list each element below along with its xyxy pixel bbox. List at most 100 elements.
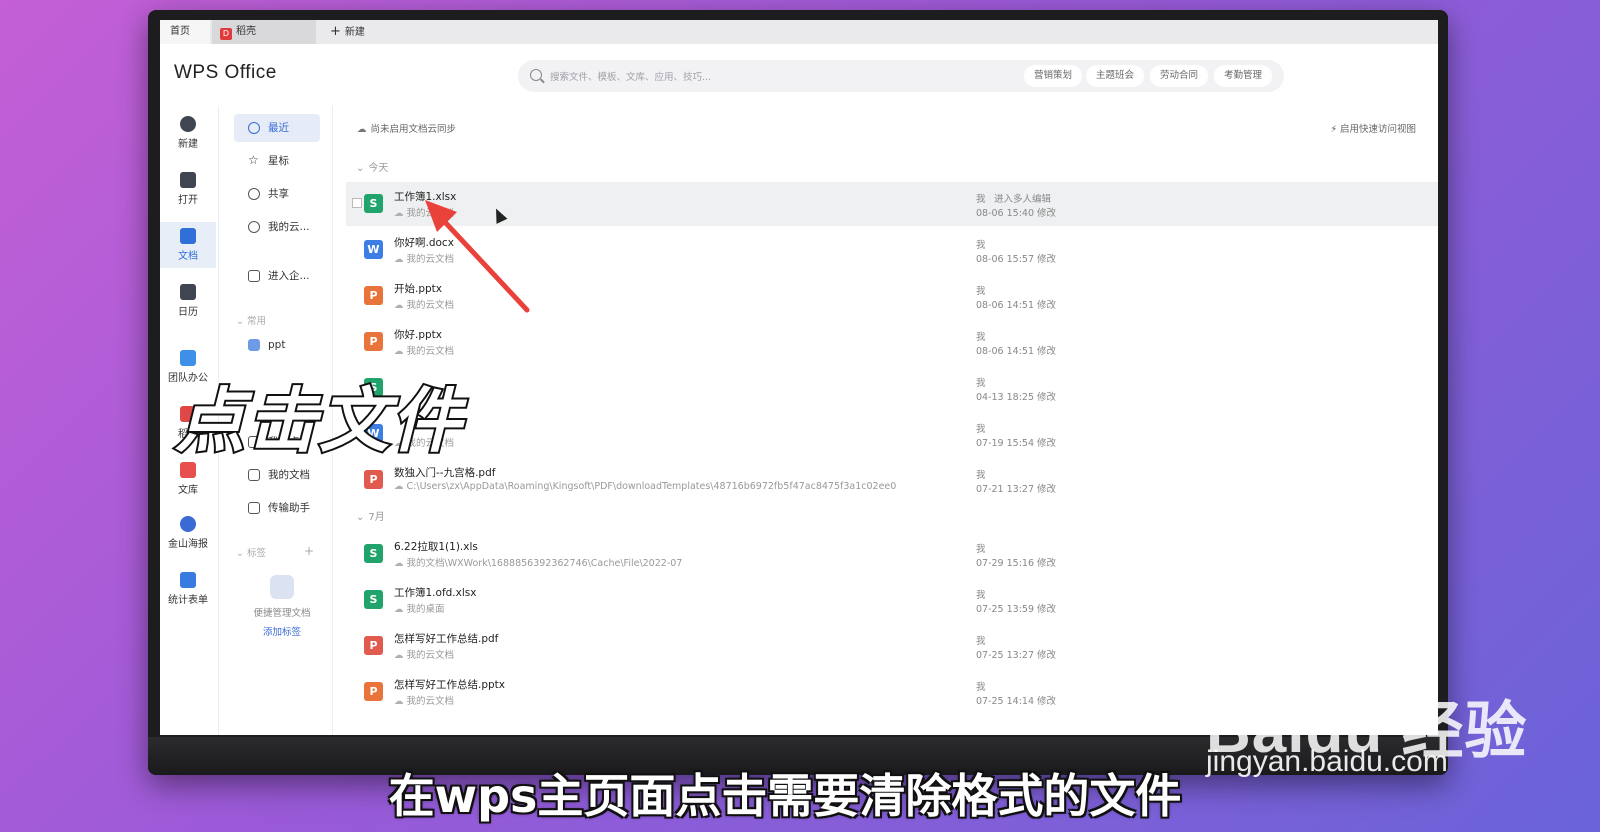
search-bar[interactable]: 搜索文件、模板、文库、应用、技巧... 营销策划 主题班会 劳动合同 考勤管理 <box>518 60 1284 92</box>
file-modified: 08-06 15:57 修改 <box>976 254 1057 265</box>
file-owner: 我 <box>976 424 986 435</box>
pdf-file-icon: P <box>364 470 383 489</box>
tab-daoke[interactable]: D 稻壳 <box>212 20 316 44</box>
file-modified: 07-25 14:14 修改 <box>976 696 1057 707</box>
file-name: 你好.pptx <box>394 329 442 341</box>
file-modified: 07-25 13:59 修改 <box>976 604 1057 615</box>
file-owner: 我 <box>976 470 986 481</box>
rail-library[interactable]: 文库 <box>160 462 216 502</box>
share-icon <box>248 188 260 200</box>
calendar-icon <box>180 284 196 300</box>
document-icon <box>180 228 196 244</box>
search-tag-contract[interactable]: 劳动合同 <box>1150 65 1209 87</box>
collab-edit-link[interactable]: 进入多人编辑 <box>994 191 1051 205</box>
file-row[interactable]: P 你好.pptx 我的云文档 我 08-06 14:51 修改 <box>346 320 1438 364</box>
quick-view-toggle[interactable]: 启用快速访问视图 <box>1330 121 1416 135</box>
new-tab-label: 新建 <box>344 27 365 38</box>
rail-documents-label: 文档 <box>178 251 198 262</box>
tags-hint: 便捷管理文档 <box>253 608 311 619</box>
file-name: 怎样写好工作总结.pdf <box>394 633 499 645</box>
file-name: 工作簿1.ofd.xlsx <box>394 587 477 599</box>
sidebar-item-shared[interactable]: 共享 <box>234 180 320 208</box>
search-tag-marketing[interactable]: 营销策划 <box>1024 65 1083 87</box>
search-input[interactable]: 搜索文件、模板、文库、应用、技巧... <box>550 69 711 83</box>
word-file-icon: W <box>364 240 383 259</box>
file-row[interactable]: P 怎样写好工作总结.pdf 我的云文档 我 07-25 13:27 修改 <box>346 624 1438 668</box>
folder-icon <box>248 339 260 351</box>
rail-poster[interactable]: 金山海报 <box>160 516 216 556</box>
sidebar-item-recent[interactable]: 最近 <box>234 114 320 142</box>
group-header-today[interactable]: 今天 <box>356 159 388 174</box>
search-tag-attendance[interactable]: 考勤管理 <box>1214 65 1273 87</box>
group-header-july[interactable]: 7月 <box>356 508 384 523</box>
sidebar-item-cloud-label: 我的云... <box>268 221 310 233</box>
rail-documents[interactable]: 文档 <box>160 222 216 268</box>
common-section-header[interactable]: ⌄ 常用 <box>236 313 266 327</box>
sidebar-item-starred[interactable]: ☆ 星标 <box>234 147 320 175</box>
tab-bar: 首页 D 稻壳 + 新建 <box>160 20 1438 44</box>
file-modified: 07-25 13:27 修改 <box>976 650 1057 661</box>
folder-icon <box>180 172 196 188</box>
common-section-label: 常用 <box>246 316 266 327</box>
mydocs-icon <box>248 469 260 481</box>
tab-home[interactable]: 首页 <box>160 20 210 44</box>
tags-section-label: 标签 <box>246 548 266 559</box>
add-tag-plus-icon[interactable]: + <box>304 544 314 558</box>
file-row[interactable]: P 数独入门--九宫格.pdf C:\Users\zx\AppData\Roam… <box>346 458 1438 502</box>
app-logo: WPS Office <box>174 62 277 83</box>
daoke-logo-icon: D <box>220 28 232 40</box>
file-row[interactable]: W 我的云文档 我 07-19 15:54 修改 <box>346 412 1438 456</box>
pdf-file-icon: P <box>364 636 383 655</box>
tags-section-header[interactable]: ⌄ 标签 <box>236 545 266 559</box>
file-location: 我的云文档 <box>394 647 455 661</box>
star-icon: ☆ <box>248 153 259 167</box>
plus-icon: + <box>330 24 341 39</box>
instruction-caption: 点击文件 <box>173 378 463 464</box>
sidebar-item-enterprise[interactable]: 进入企... <box>234 262 320 290</box>
file-row[interactable]: S 我 04-13 18:25 修改 <box>346 366 1438 410</box>
file-owner: 我 <box>976 194 986 205</box>
file-name: 怎样写好工作总结.pptx <box>394 679 505 691</box>
rail-form[interactable]: 统计表单 <box>160 572 216 612</box>
group-title: 今天 <box>368 163 389 174</box>
rail-open[interactable]: 打开 <box>160 172 216 212</box>
file-modified: 07-19 15:54 修改 <box>976 438 1057 449</box>
rail-calendar-label: 日历 <box>178 307 198 318</box>
tag-icon <box>270 575 294 599</box>
file-modified: 07-29 15:16 修改 <box>976 558 1057 569</box>
file-location: C:\Users\zx\AppData\Roaming\Kingsoft\PDF… <box>394 481 897 492</box>
rail-library-label: 文库 <box>178 485 198 496</box>
search-tag-classmeeting[interactable]: 主题班会 <box>1086 65 1145 87</box>
building-icon <box>248 270 260 282</box>
sidebar-item-mydocs-label: 我的文档 <box>268 469 310 481</box>
excel-file-icon: S <box>364 590 383 609</box>
file-row[interactable]: S 工作簿1.ofd.xlsx 我的桌面 我 07-25 13:59 修改 <box>346 578 1438 622</box>
new-tab-button[interactable]: + 新建 <box>320 20 390 44</box>
cloud-sync-status[interactable]: 尚未启用文档云同步 <box>357 121 457 135</box>
file-row[interactable]: S 6.22拉取1(1).xls 我的文档\WXWork\16888563923… <box>346 532 1438 576</box>
sidebar-item-transfer-label: 传输助手 <box>268 502 310 514</box>
rail-calendar[interactable]: 日历 <box>160 284 216 324</box>
sidebar-item-cloud[interactable]: 我的云... <box>234 213 320 241</box>
add-tag-link[interactable]: 添加标签 <box>252 624 312 638</box>
row-checkbox[interactable] <box>352 198 362 208</box>
file-location: 我的云文档 <box>394 693 455 707</box>
file-owner: 我 <box>976 590 986 601</box>
tab-home-label: 首页 <box>170 26 190 37</box>
file-location: 我的文档\WXWork\1688856392362746\Cache\File\… <box>394 555 683 569</box>
file-owner: 我 <box>976 378 986 389</box>
file-owner: 我 <box>976 332 986 343</box>
sidebar-item-transfer[interactable]: 传输助手 <box>234 494 320 522</box>
rail-open-label: 打开 <box>178 195 198 206</box>
file-modified: 08-06 14:51 修改 <box>976 346 1057 357</box>
rail-new[interactable]: 新建 <box>160 116 216 156</box>
file-owner: 我 <box>976 286 986 297</box>
sidebar-item-ppt[interactable]: ppt <box>234 331 320 359</box>
ppt-file-icon: P <box>364 682 383 701</box>
file-modified: 08-06 15:40 修改 <box>976 208 1057 219</box>
file-name: 6.22拉取1(1).xls <box>394 541 478 553</box>
file-owner: 我 <box>976 682 986 693</box>
sidebar-item-starred-label: 星标 <box>268 155 289 167</box>
clock-icon <box>248 122 260 134</box>
ppt-file-icon: P <box>364 286 383 305</box>
